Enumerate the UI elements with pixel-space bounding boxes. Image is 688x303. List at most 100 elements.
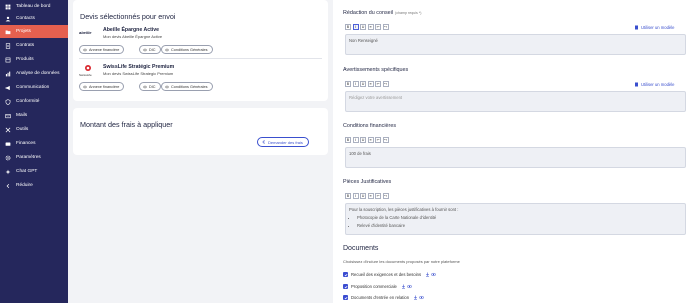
sidebar-item-contacts[interactable]: Contacts [0,12,68,25]
document-icon [635,25,638,30]
undo-button[interactable]: ↩ [375,137,381,143]
underline-button[interactable]: U [360,24,366,30]
sidebar-item-mails[interactable]: Mails [0,109,68,122]
download-icon[interactable] [413,295,418,300]
underline-button[interactable]: U [360,137,366,143]
document-actions [401,284,413,289]
sidebar-item-communication[interactable]: Communication [0,81,68,94]
abeille-logo: abeille [79,30,92,35]
sidebar-item-chatgpt[interactable]: Chat GPT [0,165,68,178]
undo-button[interactable]: ↩ [375,81,381,87]
sidebar-item-label: Projets [16,29,31,34]
redo-button[interactable]: ↪ [382,81,389,87]
bold-button[interactable]: B [345,24,351,30]
underline-button[interactable]: U [360,81,366,87]
checkbox[interactable] [343,272,348,277]
chip-label: Conditions Générales [171,47,208,52]
chip-annexe-financiere[interactable]: Annexe financière [79,82,125,91]
underline-button[interactable]: U [360,193,366,199]
redo-button[interactable]: ↪ [382,24,389,30]
sidebar-item-produits[interactable]: Produits [0,53,68,66]
warnings-title: Avertissements spécifiques [343,67,409,73]
italic-button[interactable]: I [352,193,359,199]
chip-conditions-generales[interactable]: Conditions Générales [161,82,213,91]
list-button[interactable]: ≡ [367,193,374,199]
document-label: Proposition commerciale [351,284,397,289]
download-icon[interactable] [425,272,430,277]
document-row: Recueil des exigences et des besoins [343,271,437,278]
sidebar-item-outils[interactable]: Outils [0,123,68,136]
sidebar-item-projets[interactable]: Projets [0,25,68,38]
eye-icon[interactable] [407,284,412,289]
sidebar-item-parametres[interactable]: Paramètres [0,151,68,164]
redo-button[interactable]: ↪ [382,137,389,143]
financial-title: Conditions financières [343,123,397,129]
document-actions [425,272,437,277]
list-item: Photocopie de la Carte Nationale d'ident… [357,215,682,220]
chip-conditions-generales[interactable]: Conditions Générales [161,45,213,54]
eye-icon [143,48,147,51]
use-template-link[interactable]: Utiliser un modèle [634,25,675,30]
chip-label: DIC [149,47,156,52]
eye-icon[interactable] [431,272,436,277]
advice-editor[interactable]: Non Renseigné [345,34,686,55]
chip-label: DIC [149,84,156,89]
italic-button[interactable]: I [352,81,359,87]
selected-quotes-card: Devis sélectionnés pour envoi abeille Ab… [73,0,328,101]
list-item: Relevé d'identité bancaire [357,223,682,228]
italic-button[interactable]: I [352,137,359,143]
list-button[interactable]: ≡ [367,24,374,30]
undo-button[interactable]: ↩ [375,193,381,199]
sidebar-item-label: Finances [16,141,36,146]
documents-required-editor[interactable]: Pour la souscription, les pièces justifi… [345,203,686,235]
sidebar-item-label: Analyse de données [16,71,60,76]
sidebar-item-finances[interactable]: Finances [0,137,68,150]
list-button[interactable]: ≡ [367,81,374,87]
swisslife-logo: SwissLife [79,63,95,77]
sidebar-item-conformite[interactable]: Conformité [0,95,68,108]
divider [79,58,322,59]
request-fees-button[interactable]: Demander des frais [257,137,309,147]
chip-dic[interactable]: DIC [139,45,161,54]
eye-icon [165,85,169,88]
advice-title-text: Rédaction du conseil [343,10,394,16]
fees-title: Montant des frais à appliquer [80,120,173,129]
sidebar-item-label: Réduire [16,183,33,188]
eye-icon [83,85,87,88]
checkbox[interactable] [343,295,348,300]
check-icon [344,273,347,276]
sidebar: Tableau de bord Contacts Projets Contrat… [0,0,68,303]
documents-subtitle: Choisissez d'inclure les documents propo… [343,259,460,264]
use-template-link[interactable]: Utiliser un modèle [634,82,675,87]
chip-label: Annexe financière [89,47,120,52]
sidebar-collapse-button[interactable]: Réduire [0,179,68,192]
financial-editor[interactable]: 100 de frais [345,147,686,168]
advice-title: Rédaction du conseil (champ requis *) [343,10,421,16]
required-hint: (champ requis *) [395,11,422,15]
sidebar-item-analyse[interactable]: Analyse de données [0,67,68,80]
bold-button[interactable]: B [345,81,351,87]
bold-button[interactable]: B [345,137,351,143]
checkbox[interactable] [343,284,348,289]
chip-annexe-financiere[interactable]: Annexe financière [79,45,125,54]
chip-dic[interactable]: DIC [139,82,161,91]
sidebar-item-label: Chat GPT [16,169,38,174]
tools-icon [5,127,11,133]
eye-icon[interactable] [419,295,424,300]
chip-label: Annexe financière [89,84,120,89]
list-button[interactable]: ≡ [367,137,374,143]
redo-button[interactable]: ↪ [382,193,389,199]
sidebar-item-label: Tableau de bord [16,4,51,9]
warnings-editor[interactable]: Rédigez votre avertissement [345,91,686,112]
sidebar-item-contrats[interactable]: Contrats [0,39,68,52]
chevron-left-icon [5,183,11,189]
link-label: Utiliser un modèle [641,25,675,30]
undo-button[interactable]: ↩ [375,24,381,30]
download-icon[interactable] [401,284,406,289]
italic-button[interactable]: I [352,24,359,30]
bold-button[interactable]: B [345,193,351,199]
folder-icon [5,29,11,35]
shield-icon [5,98,11,105]
finance-icon [5,141,11,147]
advice-toolbar: B I U ≡ ↩ ↪ [345,24,390,30]
